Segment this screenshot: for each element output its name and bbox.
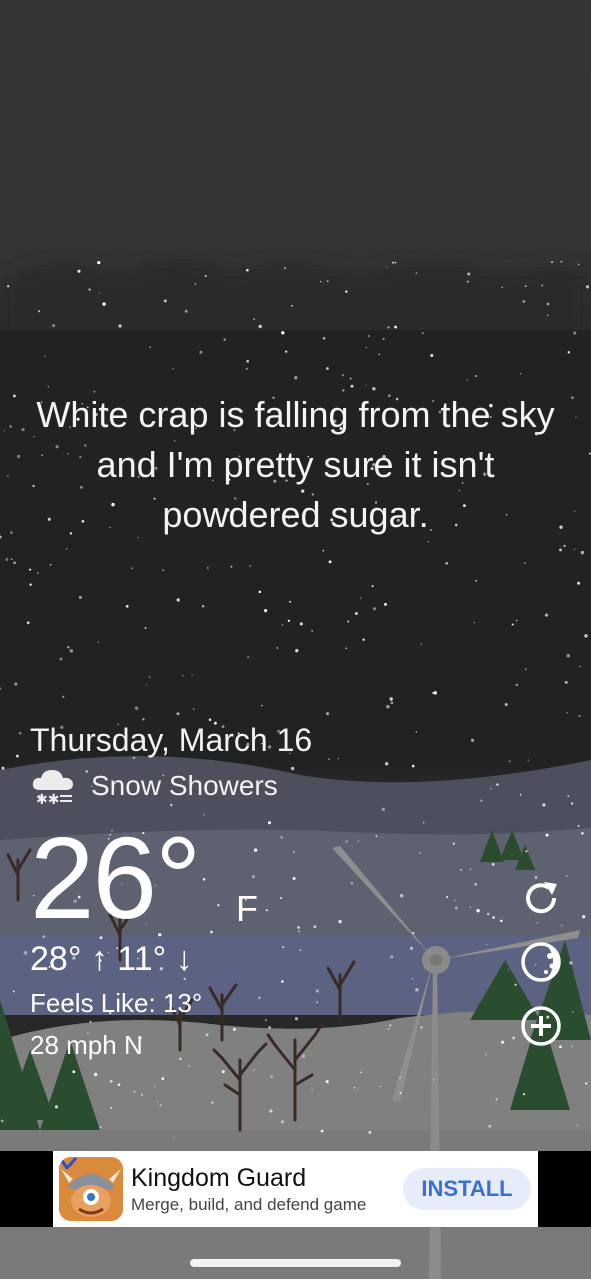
add-circle-icon	[521, 1006, 561, 1046]
snow-landscape-background	[0, 0, 591, 1279]
weather-condition: Snow Showers	[91, 770, 278, 801]
refresh-button[interactable]	[519, 876, 563, 920]
current-temperature: 26°	[30, 813, 201, 943]
moon-phase-icon	[521, 942, 561, 982]
weather-quip-headline: White crap is falling from the sky and I…	[36, 394, 555, 535]
viking-game-icon	[59, 1157, 123, 1221]
snow-cloud-icon: ✱✱	[30, 766, 76, 808]
wind-speed: 28 mph N	[30, 1030, 143, 1060]
feels-like-temperature: Feels Like: 13°	[30, 988, 203, 1018]
home-indicator[interactable]	[190, 1259, 401, 1267]
ad-title: Kingdom Guard	[131, 1164, 307, 1192]
ad-install-button[interactable]: INSTALL	[403, 1168, 531, 1210]
add-location-button[interactable]	[519, 1004, 563, 1048]
high-low-temperature: 28° ↑ 11° ↓	[30, 940, 193, 978]
moon-phase-button[interactable]	[519, 940, 563, 984]
temperature-unit: F	[236, 888, 258, 929]
refresh-icon	[526, 882, 557, 914]
ad-banner[interactable]: Kingdom Guard Merge, build, and defend g…	[53, 1151, 538, 1227]
ad-subtitle: Merge, build, and defend game	[131, 1195, 367, 1214]
svg-text:✱✱: ✱✱	[36, 792, 59, 808]
forecast-date: Thursday, March 16	[30, 722, 313, 758]
